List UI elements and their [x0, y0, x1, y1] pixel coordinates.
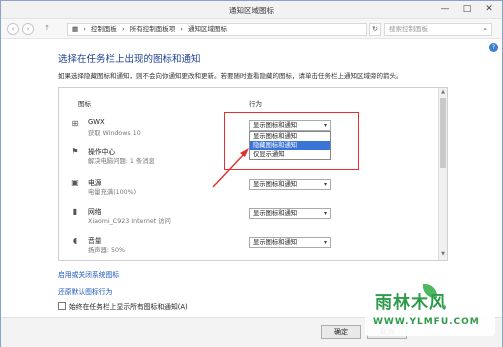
always-show-checkbox[interactable]	[58, 302, 66, 310]
control-panel-window: 通知区域图标 — □ ✕ ‹ › ↑ ▦ › 控制面板 › 所有控制面板项 › …	[0, 0, 503, 347]
watermark-url: WWW.YLMFU.COM	[373, 317, 480, 327]
restore-defaults-link[interactable]: 还原默认图标行为	[58, 286, 112, 296]
ok-button[interactable]: 确定	[321, 325, 361, 339]
system-icons-link[interactable]: 启用或关闭系统图标	[58, 269, 119, 279]
watermark-title: 雨林木风	[375, 293, 447, 313]
site-watermark-logo: 雨林木风 WWW.YLMFU.COM	[365, 284, 495, 336]
always-show-label[interactable]: 始终在任务栏上显示所有图标和通知(A)	[69, 301, 188, 311]
